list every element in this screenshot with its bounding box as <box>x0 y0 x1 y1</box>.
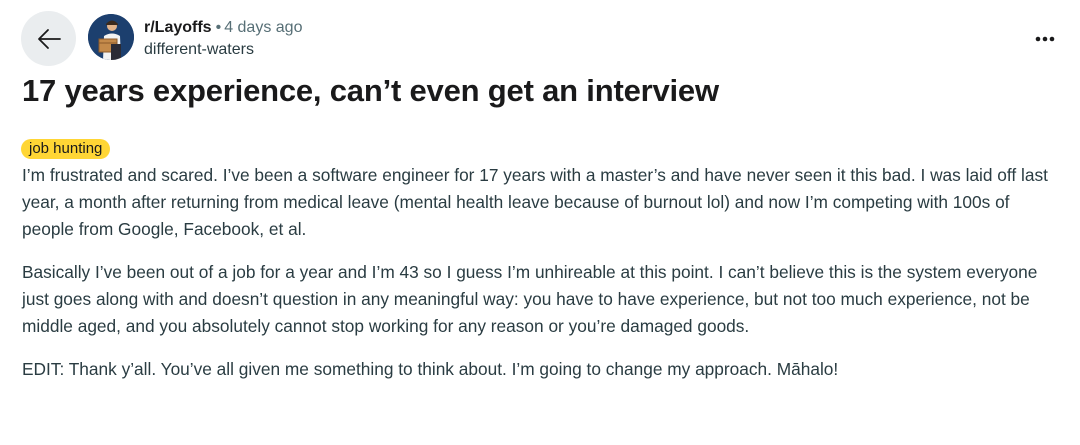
post-flair[interactable]: job hunting <box>21 139 111 159</box>
person-with-box-icon <box>88 14 134 60</box>
author-link[interactable]: different-waters <box>144 39 302 61</box>
post-meta: r/Layoffs • 4 days ago different-waters <box>144 17 302 61</box>
subreddit-avatar[interactable] <box>88 14 134 60</box>
subreddit-link[interactable]: r/Layoffs <box>144 19 212 36</box>
back-button[interactable] <box>21 11 76 66</box>
post-body: I’m frustrated and scared. I’ve been a s… <box>22 162 1062 399</box>
meta-separator: • <box>215 19 222 36</box>
post-page: r/Layoffs • 4 days ago different-waters 17… <box>0 0 1080 445</box>
post-paragraph: I’m frustrated and scared. I’ve been a s… <box>22 165 1048 239</box>
post-paragraph: EDIT: Thank y’all. You’ve all given me s… <box>22 359 839 379</box>
arrow-left-icon <box>37 28 61 49</box>
more-horizontal-icon <box>1035 36 1055 42</box>
post-meta-top: r/Layoffs • 4 days ago <box>144 17 302 39</box>
post-age: 4 days ago <box>224 19 303 36</box>
post-paragraph: Basically I’ve been out of a job for a y… <box>22 262 1038 336</box>
more-options-button[interactable] <box>1032 26 1058 52</box>
post-title: 17 years experience, can’t even get an i… <box>22 73 719 108</box>
